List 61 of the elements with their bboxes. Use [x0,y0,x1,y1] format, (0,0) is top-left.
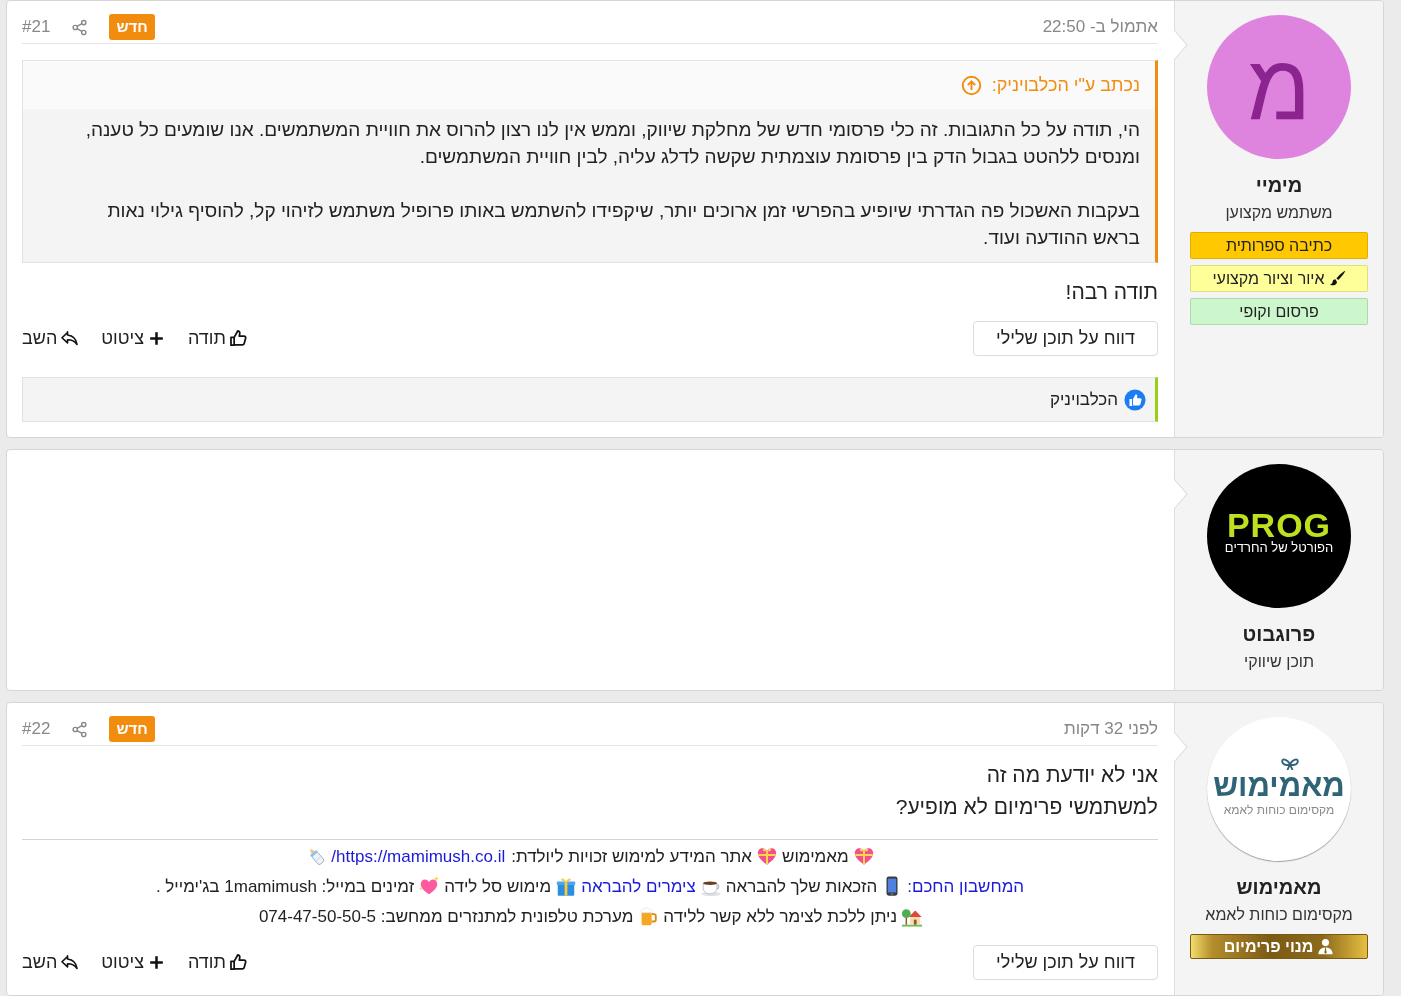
signature-text: זמינים במייל: 1mamimush בג'ימייל . [155,877,415,896]
author-role: מקסימום כוחות לאמא [1205,905,1353,925]
share-icon[interactable] [71,18,89,36]
signature-link[interactable]: המחשבון החכם: [907,877,1025,896]
quote-button[interactable]: ציטוט [101,328,166,349]
logo-wordmark: מאמימוש [1213,769,1345,802]
reply-button[interactable]: השב [22,952,80,973]
author-name[interactable]: מאמימוש [1236,874,1322,900]
badge-label: פרסום וקופי [1239,302,1319,321]
heart-ribbon-icon [852,845,875,867]
badge-label: מנוי פרימיום [1223,937,1314,956]
post-date[interactable]: לפני 32 דקות [1063,719,1158,739]
share-icon[interactable] [71,720,89,738]
signature-text: מערכת טלפונית למתנזרים ממחשב: 074-47-50-50-5 [258,907,634,926]
logo-tagline: הפורטל של החרדים [1224,540,1334,556]
thanks-button[interactable]: תודה [188,952,248,973]
signature-text: מימוש סל לידה [444,877,552,896]
badge-label: איור וציור מקצועי [1212,269,1325,288]
plus-icon [147,953,166,972]
author-role: משתמש מקצוען [1225,203,1333,223]
thumbs-up-icon [228,953,248,972]
reply-button[interactable]: השב [22,328,80,349]
report-button[interactable]: דווח על תוכן שלילי [973,945,1158,980]
reply-arrow-icon [60,329,80,348]
post-number[interactable]: #22 [22,719,51,739]
user-icon [1317,938,1335,955]
logo-tagline: מקסימום כוחות לאמא [1223,801,1335,818]
report-button[interactable]: דווח על תוכן שלילי [973,321,1158,356]
heart-ribbon-icon [756,845,778,867]
paintbrush-icon [1328,270,1346,287]
thumbs-up-icon [228,329,248,348]
new-badge: חדש [109,716,155,742]
quote-button[interactable]: ציטוט [101,952,166,973]
signature-link[interactable]: https://mamimush.co.il/ [331,847,506,866]
avatar-logo[interactable]: מאמימוש מקסימום כוחות לאמא [1207,717,1351,861]
logo-wordmark: PROG [1226,510,1332,540]
signature-text: מאמימוש [782,847,849,866]
new-badge: חדש [109,14,155,40]
thanks-button[interactable]: תודה [188,328,248,349]
post-text: אני לא יודעת מה זה למשתמשי פרימיום לא מופיע? [894,762,1158,820]
like-icon [1124,388,1146,411]
reply-arrow-icon [60,953,80,972]
signature-text: הזכאות שלך להבראה [725,877,878,896]
badge-label: כתיבה ספרותית [1225,236,1333,255]
author-name[interactable]: מימיי [1255,172,1303,198]
arrow-up-circle-icon[interactable] [960,74,982,96]
signature-link[interactable]: צימרים להבראה [581,877,696,896]
post-date[interactable]: אתמול ב- 22:50 [1042,17,1158,37]
post-text: תודה רבה! [1064,279,1158,305]
author-name[interactable]: פרוגבוט [1242,621,1316,647]
author-role: תוכן שיווקי [1244,652,1314,672]
quote-text: בעקבות האשכול פה הגדרתי שיופיע בהפרשי זמן ארוכים יותר, שיקפידו להשתמש באותו פרופיל משתמש לזיהוי קל, להוסיף גילוי נאות בראש ההודעה ועוד. [106,199,1140,250]
signature-text: אתר המידע למימוש זכויות ליולדת: [511,847,752,866]
sparkling-heart-icon [418,875,441,897]
quote-text: הי, תודה על כל התגובות. זה כלי פרסומי חדש של מחלקת שיווק, וממש אין לנו רצון להרוס את חוויית המשתמשים. אנו שומעים כל טענה, ומנסים ללהטט בגבול הדק בין פרסומת עוצמתית שקשה לדלג עליה, לבין חוויית המשתמשים. [84,118,1140,169]
post-number[interactable]: #21 [22,17,51,37]
bow-icon [1279,756,1301,770]
plus-icon [147,329,166,348]
user-link[interactable]: הכלבויניק [1049,389,1118,410]
quote-author: נכתב ע"י הכלבויניק: [991,74,1140,96]
signature-text: ניתן ללכת לצימר ללא קשר ללידה [663,907,898,926]
